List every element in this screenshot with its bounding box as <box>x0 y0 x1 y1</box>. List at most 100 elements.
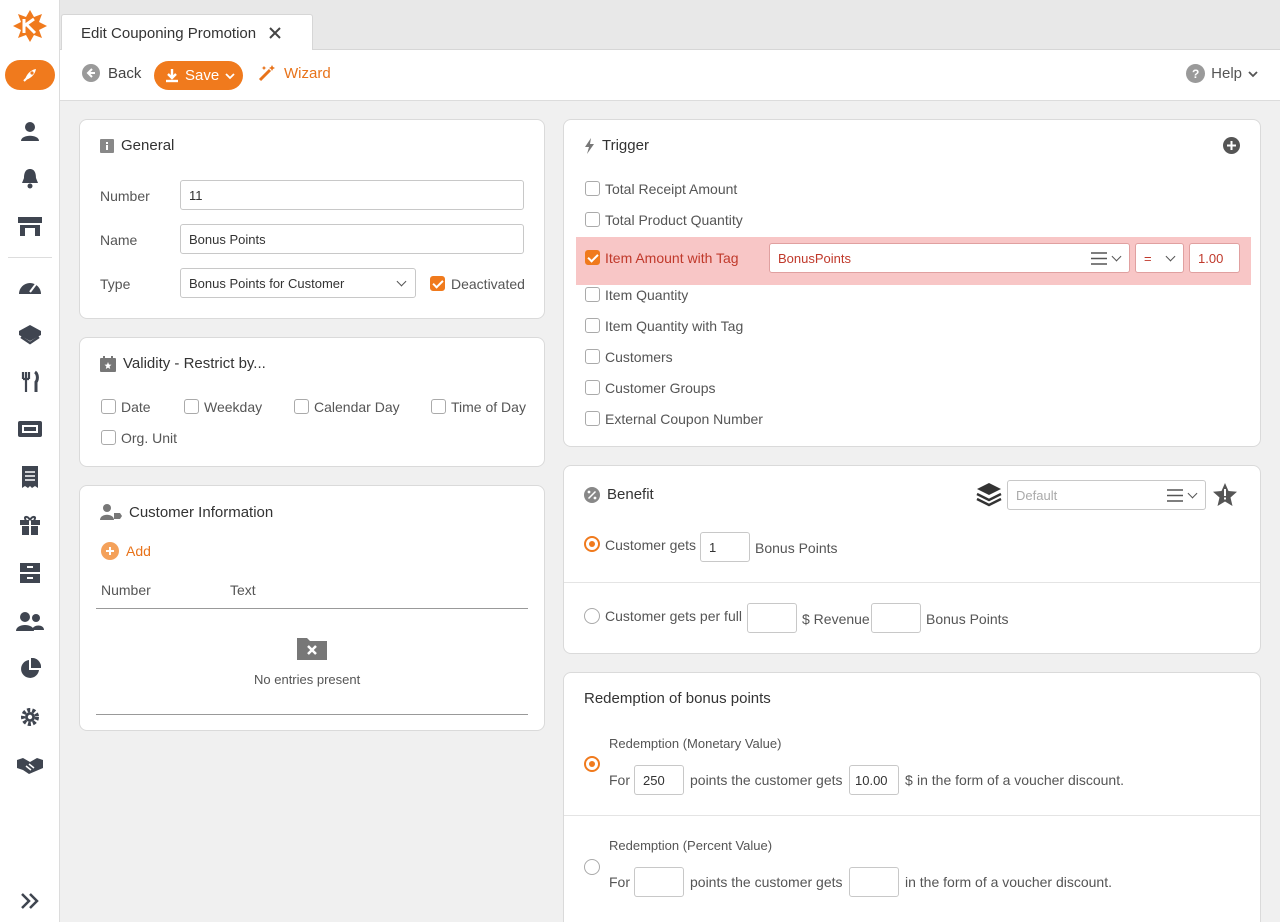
operator-select[interactable]: = <box>1135 243 1184 273</box>
benefit-option-revenue-radio[interactable] <box>584 608 600 624</box>
column-number-header[interactable]: Number <box>101 582 151 598</box>
magic-wand-icon <box>258 65 275 82</box>
general-title: General <box>100 137 174 154</box>
type-label: Type <box>100 276 131 292</box>
rocket-icon <box>23 69 36 82</box>
trigger-customers-label: Customers <box>605 349 673 365</box>
trigger-total-product-quantity-checkbox[interactable] <box>585 212 600 227</box>
list-icon <box>1167 489 1183 502</box>
validity-date-label: Date <box>121 399 151 415</box>
gear-icon[interactable] <box>15 702 45 732</box>
bell-icon[interactable] <box>15 163 45 193</box>
dashboard-icon[interactable] <box>15 271 45 301</box>
trigger-external-coupon-number-checkbox[interactable] <box>585 411 600 426</box>
redemption-percent-title: Redemption (Percent Value) <box>609 838 773 853</box>
trigger-item-quantity-with-tag-label: Item Quantity with Tag <box>605 318 744 334</box>
add-trigger-button[interactable] <box>1223 137 1240 154</box>
redemption-monetary-title: Redemption (Monetary Value) <box>609 736 782 751</box>
number-label: Number <box>100 188 150 204</box>
redemption-percent-points-input[interactable] <box>634 867 684 897</box>
trigger-card: Trigger Total Receipt Amount Total Produ… <box>563 119 1261 447</box>
validity-title: Validity - Restrict by... <box>100 355 266 372</box>
cutlery-icon[interactable] <box>15 367 45 397</box>
name-input[interactable] <box>180 224 524 254</box>
redemption-percent-for: For <box>609 874 630 890</box>
add-button[interactable]: Add <box>101 542 151 560</box>
validity-date-checkbox[interactable] <box>101 399 116 414</box>
pie-chart-icon[interactable] <box>15 654 45 684</box>
validity-card: Validity - Restrict by... Date Weekday C… <box>79 337 545 467</box>
users-icon[interactable] <box>15 606 45 636</box>
trigger-item-amount-with-tag-row: Item Amount with Tag BonusPoints = <box>576 237 1251 285</box>
empty-state-text: No entries present <box>254 672 361 687</box>
validity-time-of-day-checkbox[interactable] <box>431 399 446 414</box>
benefit-opt2-mid: $ Revenue <box>802 611 870 627</box>
default-select[interactable]: Default <box>1007 480 1206 510</box>
chevron-down-icon <box>1248 70 1258 77</box>
tab-edit-couponing-promotion[interactable]: Edit Couponing Promotion <box>61 14 313 51</box>
calendar-star-icon <box>100 355 116 372</box>
trigger-item-amount-with-tag-checkbox[interactable] <box>585 250 600 265</box>
star-alert-icon[interactable] <box>1212 483 1238 510</box>
redemption-monetary-radio[interactable] <box>584 756 600 772</box>
archive-icon[interactable] <box>15 558 45 588</box>
store-icon[interactable] <box>15 211 45 241</box>
customer-info-card: Customer Information Add Number Text No … <box>79 485 545 731</box>
wizard-button[interactable]: Wizard <box>258 64 331 82</box>
column-text-header[interactable]: Text <box>230 582 256 598</box>
amount-input[interactable] <box>1189 243 1240 273</box>
expand-icon[interactable] <box>15 886 45 916</box>
handshake-box-icon[interactable] <box>15 319 45 349</box>
redemption-monetary-points-input[interactable] <box>634 765 684 795</box>
back-button[interactable]: Back <box>82 64 141 82</box>
benefit-revenue-points-input[interactable] <box>871 603 921 633</box>
chevron-down-icon <box>396 276 407 287</box>
redemption-title: Redemption of bonus points <box>584 690 771 707</box>
redemption-divider <box>564 815 1260 816</box>
chevron-down-icon <box>1111 251 1122 262</box>
layers-icon[interactable] <box>976 481 1002 510</box>
redemption-monetary-unit: $ <box>905 772 913 788</box>
handshake-icon[interactable] <box>15 750 45 780</box>
type-select[interactable]: Bonus Points for Customer <box>180 268 416 298</box>
validity-time-of-day-label: Time of Day <box>451 399 526 415</box>
save-button[interactable]: Save <box>154 61 243 90</box>
trigger-total-receipt-amount-checkbox[interactable] <box>585 181 600 196</box>
general-card: General Number Name Type Bonus Points fo… <box>79 119 545 319</box>
validity-weekday-label: Weekday <box>204 399 263 415</box>
help-button[interactable]: ? Help <box>1186 64 1258 83</box>
trigger-item-amount-with-tag-label: Item Amount with Tag <box>605 250 739 266</box>
ticket-icon[interactable] <box>15 414 45 444</box>
close-icon[interactable] <box>268 26 282 40</box>
trigger-item-quantity-checkbox[interactable] <box>585 287 600 302</box>
trigger-customers-checkbox[interactable] <box>585 349 600 364</box>
user-tag-icon <box>100 504 122 520</box>
user-icon[interactable] <box>15 116 45 146</box>
validity-calendar-day-checkbox[interactable] <box>294 399 309 414</box>
redemption-percent-value-input[interactable] <box>849 867 899 897</box>
benefit-points-input[interactable] <box>700 532 750 562</box>
benefit-divider <box>564 582 1260 583</box>
benefit-revenue-input[interactable] <box>747 603 797 633</box>
customer-info-title: Customer Information <box>100 503 273 521</box>
tag-select[interactable]: BonusPoints <box>769 243 1130 273</box>
trigger-customer-groups-checkbox[interactable] <box>585 380 600 395</box>
app-logo[interactable] <box>10 8 50 44</box>
redemption-percent-radio[interactable] <box>584 859 600 875</box>
rocket-button[interactable] <box>5 60 55 90</box>
validity-org-unit-label: Org. Unit <box>121 430 178 446</box>
validity-weekday-checkbox[interactable] <box>184 399 199 414</box>
validity-org-unit-checkbox[interactable] <box>101 430 116 445</box>
name-label: Name <box>100 232 138 248</box>
deactivated-checkbox[interactable] <box>430 276 445 291</box>
receipt-icon[interactable] <box>15 462 45 492</box>
gift-icon[interactable] <box>15 510 45 540</box>
redemption-monetary-value-input[interactable] <box>849 765 899 795</box>
number-input[interactable] <box>180 180 524 210</box>
benefit-option-fixed-radio[interactable] <box>584 536 600 552</box>
benefit-opt1-suffix: Bonus Points <box>755 540 838 556</box>
chevron-down-icon <box>225 72 235 79</box>
list-icon <box>1091 252 1107 265</box>
folder-x-icon <box>297 636 327 663</box>
trigger-item-quantity-with-tag-checkbox[interactable] <box>585 318 600 333</box>
